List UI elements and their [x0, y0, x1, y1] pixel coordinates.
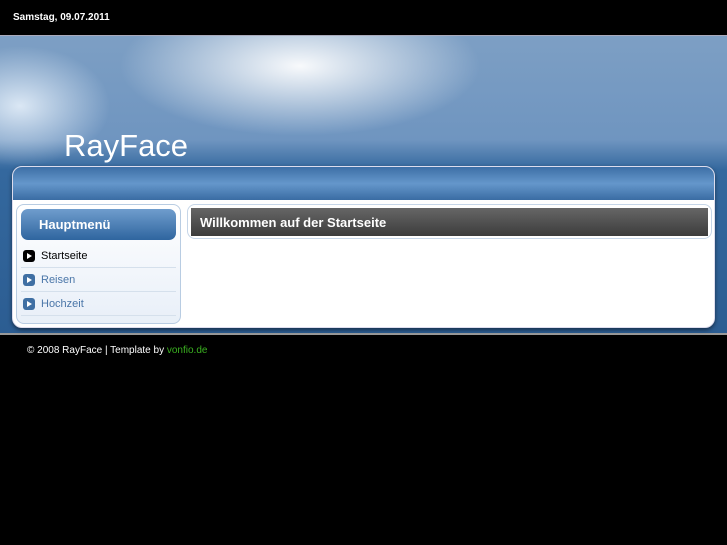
nav-bar — [13, 167, 714, 200]
play-arrow-icon — [23, 249, 35, 262]
site-title[interactable]: RayFace — [64, 128, 188, 164]
menu-item-label: Reisen — [41, 273, 76, 286]
footer-link[interactable]: vonfio.de — [167, 345, 208, 356]
main-container: Hauptmenü Startseite Reisen Hochzeit Wil… — [12, 166, 715, 328]
footer-text: © 2008 RayFace | Template by — [27, 345, 167, 356]
top-bar: Samstag, 09.07.2011 — [0, 0, 727, 35]
menu-item-startseite[interactable]: Startseite — [21, 244, 176, 268]
sidebar-menu: Hauptmenü Startseite Reisen Hochzeit — [16, 204, 181, 324]
play-arrow-icon — [23, 297, 35, 310]
date-text: Samstag, 09.07.2011 — [13, 12, 110, 23]
menu-item-label: Startseite — [41, 249, 88, 262]
footer: © 2008 RayFace | Template by vonfio.de — [27, 345, 207, 356]
menu-title: Hauptmenü — [21, 209, 176, 240]
content-panel: Willkommen auf der Startseite — [187, 204, 712, 239]
menu-item-label: Hochzeit — [41, 297, 84, 310]
content-heading: Willkommen auf der Startseite — [191, 208, 708, 236]
menu-item-hochzeit[interactable]: Hochzeit — [21, 292, 176, 316]
play-arrow-icon — [23, 273, 35, 286]
menu-item-reisen[interactable]: Reisen — [21, 268, 176, 292]
